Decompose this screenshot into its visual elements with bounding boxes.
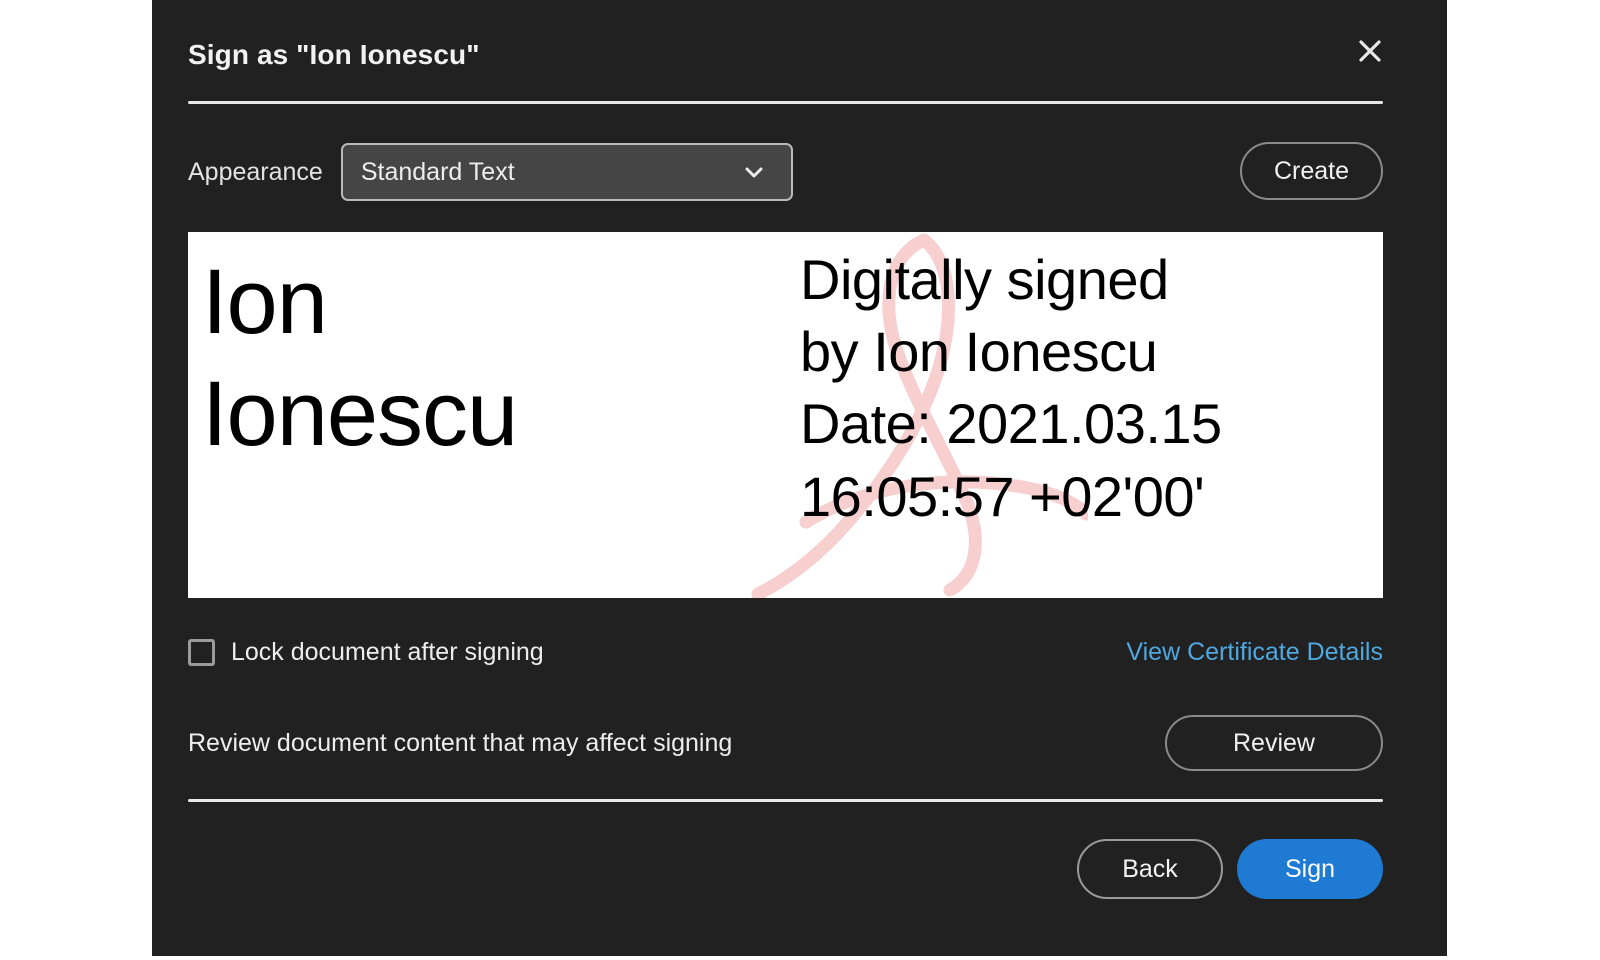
dialog-content: Sign as "Ion Ionescu" Appearance Standar… [152, 0, 1447, 956]
signature-detail-line-4: 16:05:57 +02'00' [800, 464, 1205, 528]
signature-detail-line-3: Date: 2021.03.15 [800, 392, 1222, 456]
lock-document-checkbox[interactable] [188, 638, 215, 666]
create-button[interactable]: Create [1240, 142, 1383, 200]
signature-name-line-1: Ion [202, 251, 328, 353]
appearance-row: Appearance Standard Text Create [188, 140, 1383, 204]
close-icon [1357, 38, 1383, 64]
signature-name: Ion Ionescu [202, 246, 762, 470]
page-title: Sign as "Ion Ionescu" [188, 39, 480, 70]
review-row: Review document content that may affect … [188, 712, 1383, 774]
signature-detail-line-2: by Ion Ionescu [800, 320, 1158, 384]
dialog-titlebar: Sign as "Ion Ionescu" [188, 36, 1383, 98]
signature-preview[interactable]: Ion Ionescu Digitally signed by Ion Ione… [188, 232, 1383, 598]
appearance-label: Appearance [188, 157, 323, 186]
review-button[interactable]: Review [1165, 715, 1383, 771]
sign-button[interactable]: Sign [1237, 839, 1383, 899]
signature-detail-line-1: Digitally signed [800, 248, 1169, 311]
appearance-select-value: Standard Text [360, 157, 515, 186]
close-button[interactable] [1349, 30, 1391, 72]
title-divider [188, 101, 1383, 104]
back-button[interactable]: Back [1077, 839, 1223, 899]
lock-document-row: Lock document after signing View Certifi… [188, 628, 1383, 676]
appearance-select[interactable]: Standard Text [340, 143, 793, 201]
signature-name-line-2: Ionescu [202, 363, 518, 466]
signature-details: Digitally signed by Ion Ionescu Date: 20… [800, 244, 1383, 533]
chevron-down-icon [741, 159, 767, 185]
review-description: Review document content that may affect … [188, 728, 733, 757]
lock-document-checkbox-wrapper[interactable]: Lock document after signing [188, 638, 544, 667]
sign-dialog: Sign as "Ion Ionescu" Appearance Standar… [152, 0, 1447, 956]
view-certificate-details-link[interactable]: View Certificate Details [1126, 638, 1383, 667]
footer-divider [188, 799, 1383, 802]
lock-document-label: Lock document after signing [231, 637, 544, 666]
footer-actions: Back Sign [188, 838, 1383, 900]
